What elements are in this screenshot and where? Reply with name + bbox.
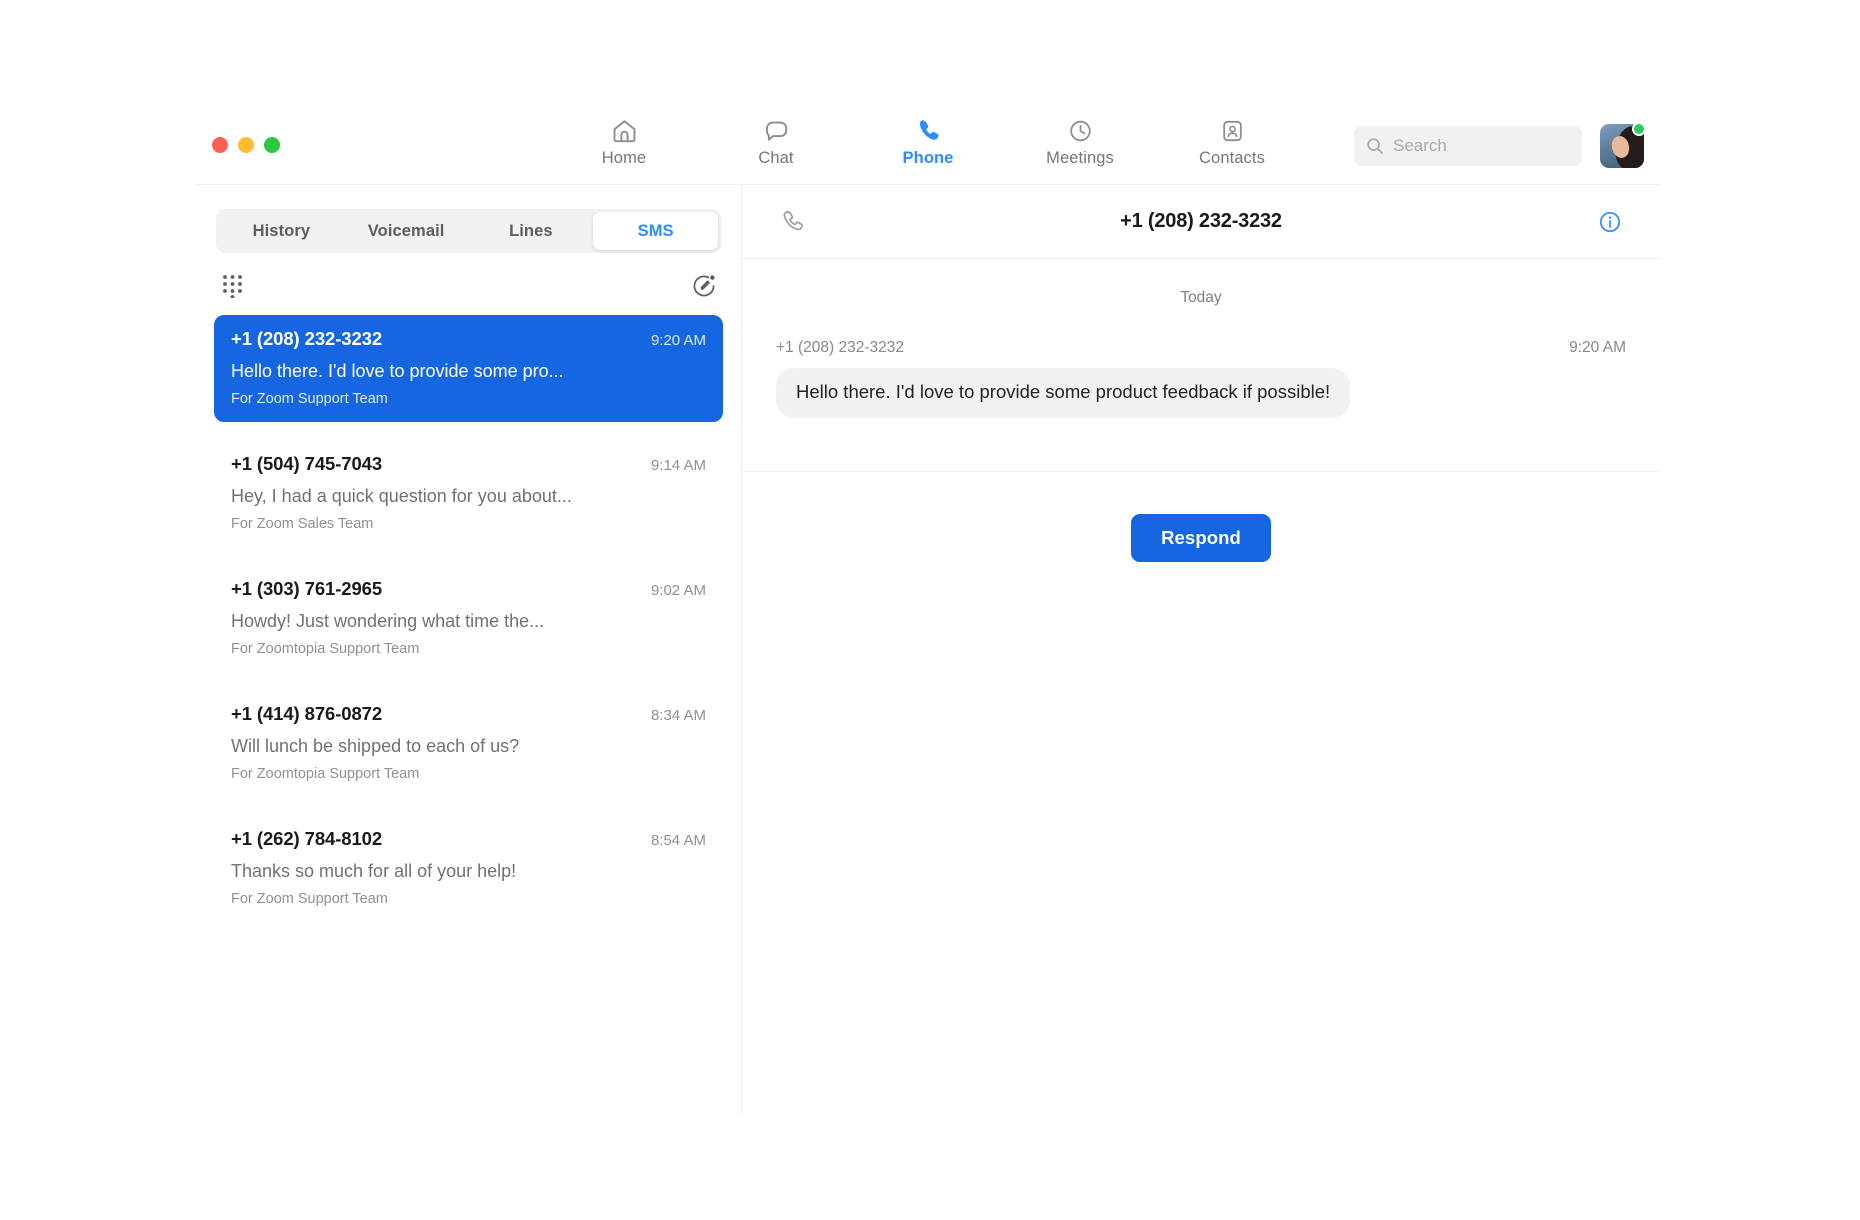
tab-lines[interactable]: Lines	[469, 212, 594, 250]
compose-icon[interactable]	[687, 269, 721, 303]
conversation-item[interactable]: +1 (208) 232-3232 9:20 AM Hello there. I…	[214, 315, 723, 422]
thread-panel: +1 (208) 232-3232 Today +1 (208) 232-323…	[742, 185, 1660, 1115]
tab-history-label: History	[252, 221, 311, 240]
search-placeholder: Search	[1393, 136, 1447, 155]
thread-messages: Today +1 (208) 232-3232 9:20 AM Hello th…	[742, 259, 1660, 472]
thread-header: +1 (208) 232-3232	[742, 185, 1660, 259]
nav-label-chat: Chat	[758, 149, 794, 167]
search-input[interactable]: Search	[1354, 126, 1582, 166]
nav-item-meetings[interactable]: Meetings	[1028, 110, 1132, 178]
title-bar-right: Search	[1354, 122, 1646, 168]
contacts-icon	[1219, 116, 1246, 146]
info-circle-icon[interactable]	[1594, 206, 1626, 238]
conversation-number: +1 (414) 876-0872	[231, 703, 383, 724]
conversation-preview: Howdy! Just wondering what time the...	[231, 611, 545, 631]
tab-history[interactable]: History	[219, 212, 344, 250]
conversation-preview: Will lunch be shipped to each of us?	[231, 736, 520, 756]
conversation-line: For Zoom Support Team	[231, 391, 388, 407]
conversation-preview: Hello there. I'd love to provide some pr…	[231, 361, 564, 381]
avatar[interactable]	[1600, 122, 1646, 168]
conversation-line: For Zoom Support Team	[231, 891, 388, 907]
conversation-item[interactable]: +1 (414) 876-0872 8:34 AM Will lunch be …	[214, 690, 723, 797]
conversation-time: 8:54 AM	[650, 832, 706, 849]
nav-label-home: Home	[601, 149, 647, 167]
list-action-row	[216, 257, 721, 315]
content-area: History Voicemail Lines SMS +1 (208) 232…	[196, 185, 1660, 1115]
respond-button[interactable]: Respond	[1131, 514, 1271, 562]
nav-item-contacts[interactable]: Contacts	[1180, 110, 1284, 178]
message: +1 (208) 232-3232 9:20 AM Hello there. I…	[776, 339, 1626, 418]
conversation-list: +1 (208) 232-3232 9:20 AM Hello there. I…	[196, 315, 741, 922]
nav-item-home[interactable]: Home	[572, 110, 676, 178]
conversation-item[interactable]: +1 (262) 784-8102 8:54 AM Thanks so much…	[214, 815, 723, 922]
tab-sms-label: SMS	[637, 221, 674, 240]
dialpad-icon[interactable]	[216, 269, 250, 303]
tab-lines-label: Lines	[509, 221, 553, 240]
day-divider: Today	[1180, 289, 1222, 306]
conversation-item[interactable]: +1 (504) 745-7043 9:14 AM Hey, I had a q…	[214, 440, 723, 547]
sms-list-panel: History Voicemail Lines SMS +1 (208) 232…	[196, 185, 742, 1115]
conversation-time: 8:34 AM	[650, 707, 706, 724]
nav-label-phone: Phone	[902, 149, 954, 167]
tab-voicemail[interactable]: Voicemail	[344, 212, 469, 250]
conversation-preview: Hey, I had a quick question for you abou…	[231, 486, 572, 506]
home-icon	[611, 116, 638, 146]
title-bar: Home Chat Phone Meetings Contacts Search	[196, 104, 1660, 185]
phone-handset-icon[interactable]	[776, 206, 808, 238]
message-bubble: Hello there. I'd love to provide some pr…	[776, 368, 1351, 418]
nav-item-chat[interactable]: Chat	[724, 110, 828, 178]
respond-area: Respond	[742, 472, 1660, 562]
message-sender: +1 (208) 232-3232	[776, 339, 904, 356]
tab-voicemail-label: Voicemail	[367, 221, 445, 240]
thread-title: +1 (208) 232-3232	[1120, 210, 1282, 232]
conversation-number: +1 (208) 232-3232	[231, 328, 383, 349]
conversation-line: For Zoomtopia Support Team	[231, 766, 420, 782]
conversation-number: +1 (262) 784-8102	[231, 828, 383, 849]
conversation-time: 9:20 AM	[650, 332, 706, 349]
conversation-time: 9:02 AM	[650, 582, 706, 599]
conversation-preview: Thanks so much for all of your help!	[231, 861, 517, 881]
chat-icon	[763, 116, 790, 146]
clock-icon	[1067, 116, 1094, 146]
phone-tabs: History Voicemail Lines SMS	[216, 209, 721, 253]
tab-sms[interactable]: SMS	[593, 212, 718, 250]
presence-badge	[1632, 122, 1646, 136]
conversation-line: For Zoom Sales Team	[231, 516, 374, 532]
phone-icon	[915, 116, 942, 146]
nav-label-contacts: Contacts	[1199, 149, 1265, 167]
conversation-time: 9:14 AM	[650, 457, 706, 474]
nav-item-phone[interactable]: Phone	[876, 110, 980, 178]
conversation-item[interactable]: +1 (303) 761-2965 9:02 AM Howdy! Just wo…	[214, 565, 723, 672]
search-icon	[1366, 137, 1384, 155]
conversation-number: +1 (504) 745-7043	[231, 453, 383, 474]
message-meta: +1 (208) 232-3232 9:20 AM	[776, 339, 1626, 357]
message-time: 9:20 AM	[1569, 339, 1626, 356]
nav-label-meetings: Meetings	[1046, 149, 1114, 167]
app-window: Home Chat Phone Meetings Contacts Search…	[196, 104, 1660, 1115]
conversation-line: For Zoomtopia Support Team	[231, 641, 420, 657]
conversation-number: +1 (303) 761-2965	[231, 578, 383, 599]
